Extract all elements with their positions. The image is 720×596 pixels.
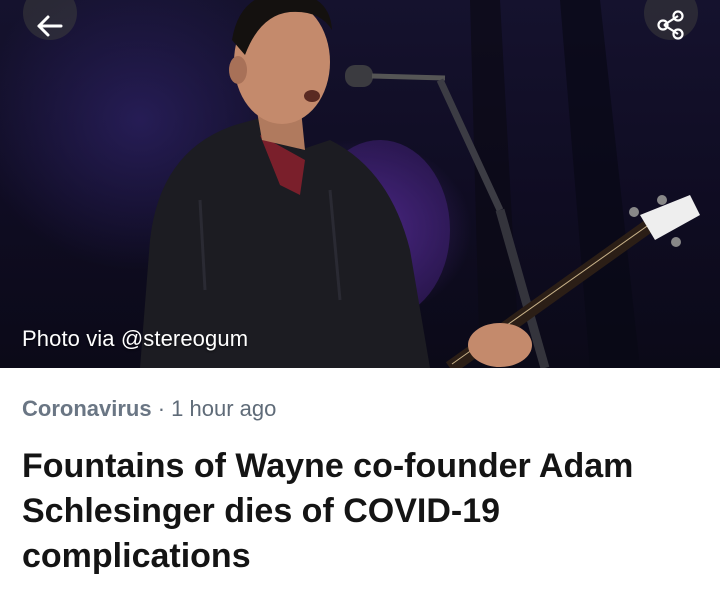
- share-icon: [657, 10, 684, 40]
- article-hero-image: Photo via @stereogum: [0, 0, 720, 368]
- meta-separator: ·: [151, 396, 172, 421]
- category-link[interactable]: Coronavirus: [22, 396, 152, 421]
- article-headline: Fountains of Wayne co-founder Adam Schle…: [22, 447, 634, 575]
- article-meta: Coronavirus · 1 hour ago: [22, 396, 276, 422]
- timestamp: 1 hour ago: [171, 396, 277, 421]
- photo-credit: Photo via @stereogum: [22, 326, 249, 351]
- performer-photo: [140, 0, 700, 368]
- arrow-left-icon: [37, 15, 63, 37]
